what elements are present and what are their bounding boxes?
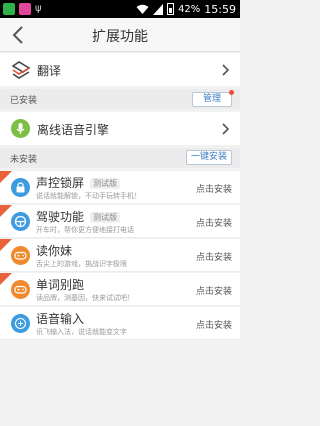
- installed-section-header: 已安装 管理: [0, 89, 240, 109]
- translate-row[interactable]: 翻译: [0, 53, 240, 86]
- translate-icon: [11, 61, 31, 79]
- clock: 15:59: [204, 2, 236, 16]
- install-button[interactable]: 点击安装: [196, 250, 232, 263]
- notification-app-icon: [3, 3, 15, 15]
- install-button[interactable]: 点击安装: [196, 318, 232, 331]
- gamepad-icon: [11, 280, 30, 299]
- app-description: 舌尖上的游戏，挑战识字极限: [36, 260, 127, 268]
- install-button[interactable]: 点击安装: [196, 182, 232, 195]
- app-description: 说话就能解锁，不动手玩转手机！: [36, 192, 141, 200]
- installed-section-label: 已安装: [10, 96, 38, 106]
- manage-badge: [229, 90, 234, 95]
- app-description: 讯飞输入法，说话就能变文字: [36, 328, 127, 336]
- app-name: 驾驶功能: [36, 210, 85, 224]
- title-bar: 扩展功能: [0, 18, 240, 52]
- notification-icons: ψ: [3, 3, 45, 15]
- usb-icon: ψ: [35, 3, 42, 14]
- system-status: 42% 15:59: [136, 2, 236, 16]
- app-description: 读品牌，测基因，快来试试吧！: [36, 294, 134, 302]
- microphone-icon: [11, 119, 30, 138]
- offline-voice-engine-row[interactable]: 离线语音引擎: [0, 112, 240, 145]
- status-bar: ψ 42% 15:59: [0, 0, 240, 18]
- list-item[interactable]: 声控锁屏 测试版 说话就能解锁，不动手玩转手机！ 点击安装: [0, 171, 240, 204]
- app-description: 开车时，帮你更方便地接打电话: [36, 226, 134, 234]
- chevron-right-icon: [222, 123, 230, 135]
- chevron-right-icon: [222, 64, 230, 76]
- wifi-icon: [136, 4, 149, 14]
- beta-tag: 测试版: [90, 212, 120, 223]
- battery-icon: [167, 3, 175, 15]
- translate-label: 翻译: [37, 64, 62, 78]
- signal-icon: [153, 3, 164, 15]
- uninstalled-section-label: 未安装: [10, 155, 38, 165]
- message-app-icon: [19, 3, 31, 15]
- app-name: 读你妹: [36, 244, 73, 258]
- gamepad-icon: [11, 246, 30, 265]
- list-item[interactable]: 单词别跑 读品牌，测基因，快来试试吧！ 点击安装: [0, 273, 240, 306]
- lock-icon: [11, 178, 30, 197]
- voice-input-icon: [11, 314, 30, 333]
- list-item[interactable]: 驾驶功能 测试版 开车时，帮你更方便地接打电话 点击安装: [0, 205, 240, 238]
- install-button[interactable]: 点击安装: [196, 216, 232, 229]
- app-name: 声控锁屏: [36, 176, 85, 190]
- app-name: 语音输入: [36, 312, 85, 326]
- page-title: 扩展功能: [92, 29, 148, 45]
- app-name: 单词别跑: [36, 278, 85, 292]
- list-item[interactable]: 读你妹 舌尖上的游戏，挑战识字极限 点击安装: [0, 239, 240, 272]
- steering-wheel-icon: [11, 212, 30, 231]
- battery-percent: 42%: [178, 3, 201, 15]
- install-all-button[interactable]: 一键安装: [186, 150, 232, 165]
- uninstalled-section-header: 未安装 一键安装: [0, 148, 240, 168]
- manage-button[interactable]: 管理: [192, 92, 232, 107]
- beta-tag: 测试版: [90, 178, 120, 189]
- installed-app-name: 离线语音引擎: [37, 123, 110, 137]
- install-button[interactable]: 点击安装: [196, 284, 232, 297]
- list-item[interactable]: 语音输入 讯飞输入法，说话就能变文字 点击安装: [0, 307, 240, 340]
